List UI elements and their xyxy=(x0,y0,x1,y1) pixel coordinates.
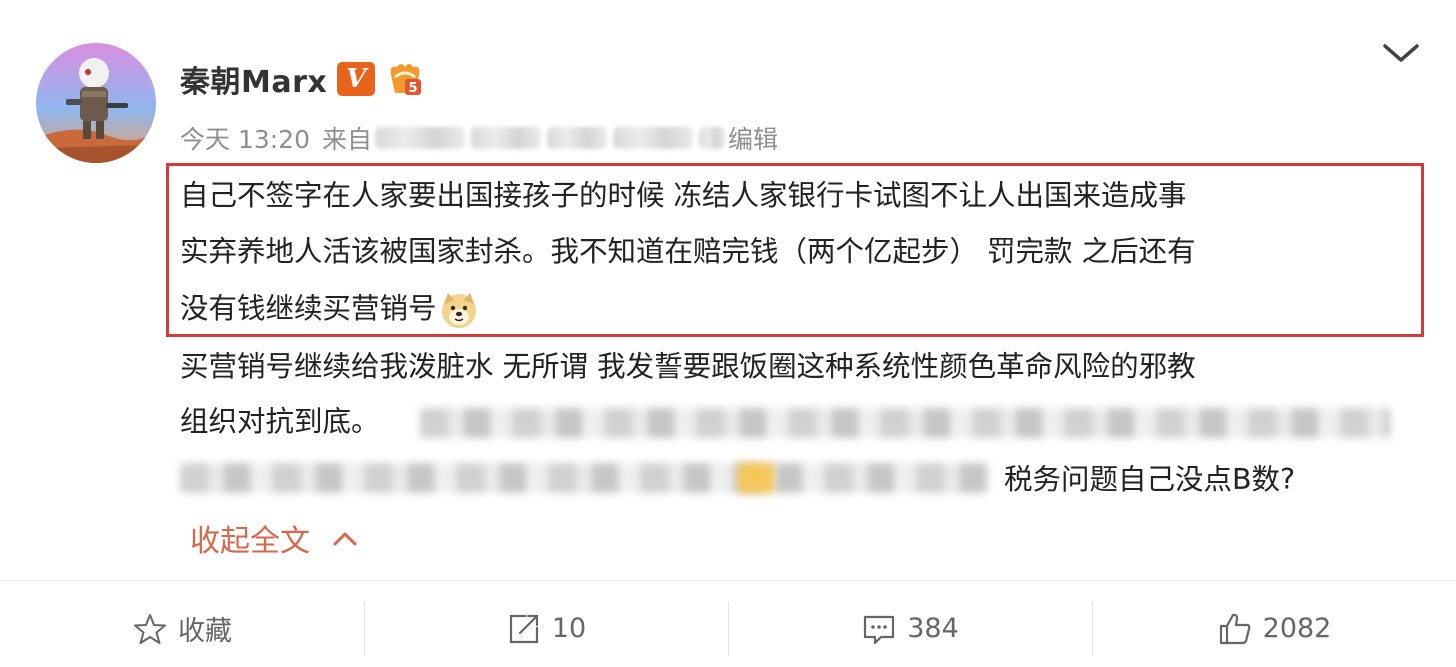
edit-label[interactable]: 编辑 xyxy=(728,120,778,156)
blurred-source xyxy=(613,127,694,149)
avatar[interactable] xyxy=(36,43,156,163)
divider xyxy=(0,580,1456,581)
collapse-label: 收起全文 xyxy=(190,524,310,559)
repost-button[interactable]: 10 xyxy=(364,590,728,667)
post-text-tail: 税务问题自己没点B数? xyxy=(1004,463,1296,496)
post-text-line-with-emoji: 没有钱继续买营销号 xyxy=(180,288,479,330)
blurred-text xyxy=(180,463,990,493)
doge-emoji xyxy=(439,290,479,330)
blurred-emoji xyxy=(738,463,774,493)
blurred-source xyxy=(375,127,466,149)
post-source-prefix: 来自 xyxy=(322,125,373,154)
post-text-line: 买营销号继续给我泼脏水 无所谓 我发誓要跟饭圈这种系统性颜色革命风险的邪教 xyxy=(180,350,1196,383)
comment-count: 384 xyxy=(907,613,959,644)
level-badge-number: 5 xyxy=(409,81,418,96)
post-text-line: 自己不签字在人家要出国接孩子的时候 冻结人家银行卡试图不让人出国来造成事 xyxy=(180,179,1187,212)
post-text-line: 没有钱继续买营销号 xyxy=(180,292,437,325)
favorite-label: 收藏 xyxy=(178,616,232,647)
comment-icon xyxy=(864,615,895,644)
blurred-text xyxy=(420,408,1390,438)
favorite-button[interactable]: 收藏 xyxy=(0,590,364,667)
post-timestamp[interactable]: 今天 13:20 xyxy=(180,120,310,156)
post-meta: 今天 13:20 来自 编辑 xyxy=(180,120,778,156)
action-bar: 收藏 10 384 2082 xyxy=(0,590,1456,667)
blurred-source xyxy=(699,127,726,149)
blurred-source xyxy=(547,127,608,149)
author-row: 秦朝Marx V 5 xyxy=(180,56,425,102)
repost-icon xyxy=(509,614,538,643)
blurred-source xyxy=(471,127,542,149)
comment-button[interactable]: 384 xyxy=(728,590,1092,667)
level-badge[interactable]: 5 xyxy=(385,59,425,99)
star-icon xyxy=(134,613,166,644)
repost-count: 10 xyxy=(551,613,587,644)
collapse-full-text-link[interactable]: 收起全文 xyxy=(190,516,358,560)
chevron-up-icon xyxy=(333,532,357,546)
vip-badge[interactable]: V xyxy=(337,62,376,96)
like-button[interactable]: 2082 xyxy=(1092,590,1456,667)
post-text-line: 组织对抗到底。 xyxy=(180,405,380,438)
post-text-line: 实弃养地人活该被国家封杀。我不知道在赔完钱（两个亿起步） 罚完款 之后还有 xyxy=(180,235,1196,268)
like-icon xyxy=(1219,613,1250,644)
author-name[interactable]: 秦朝Marx xyxy=(180,57,327,101)
chevron-down-icon[interactable] xyxy=(1380,38,1422,70)
like-count: 2082 xyxy=(1262,613,1332,644)
